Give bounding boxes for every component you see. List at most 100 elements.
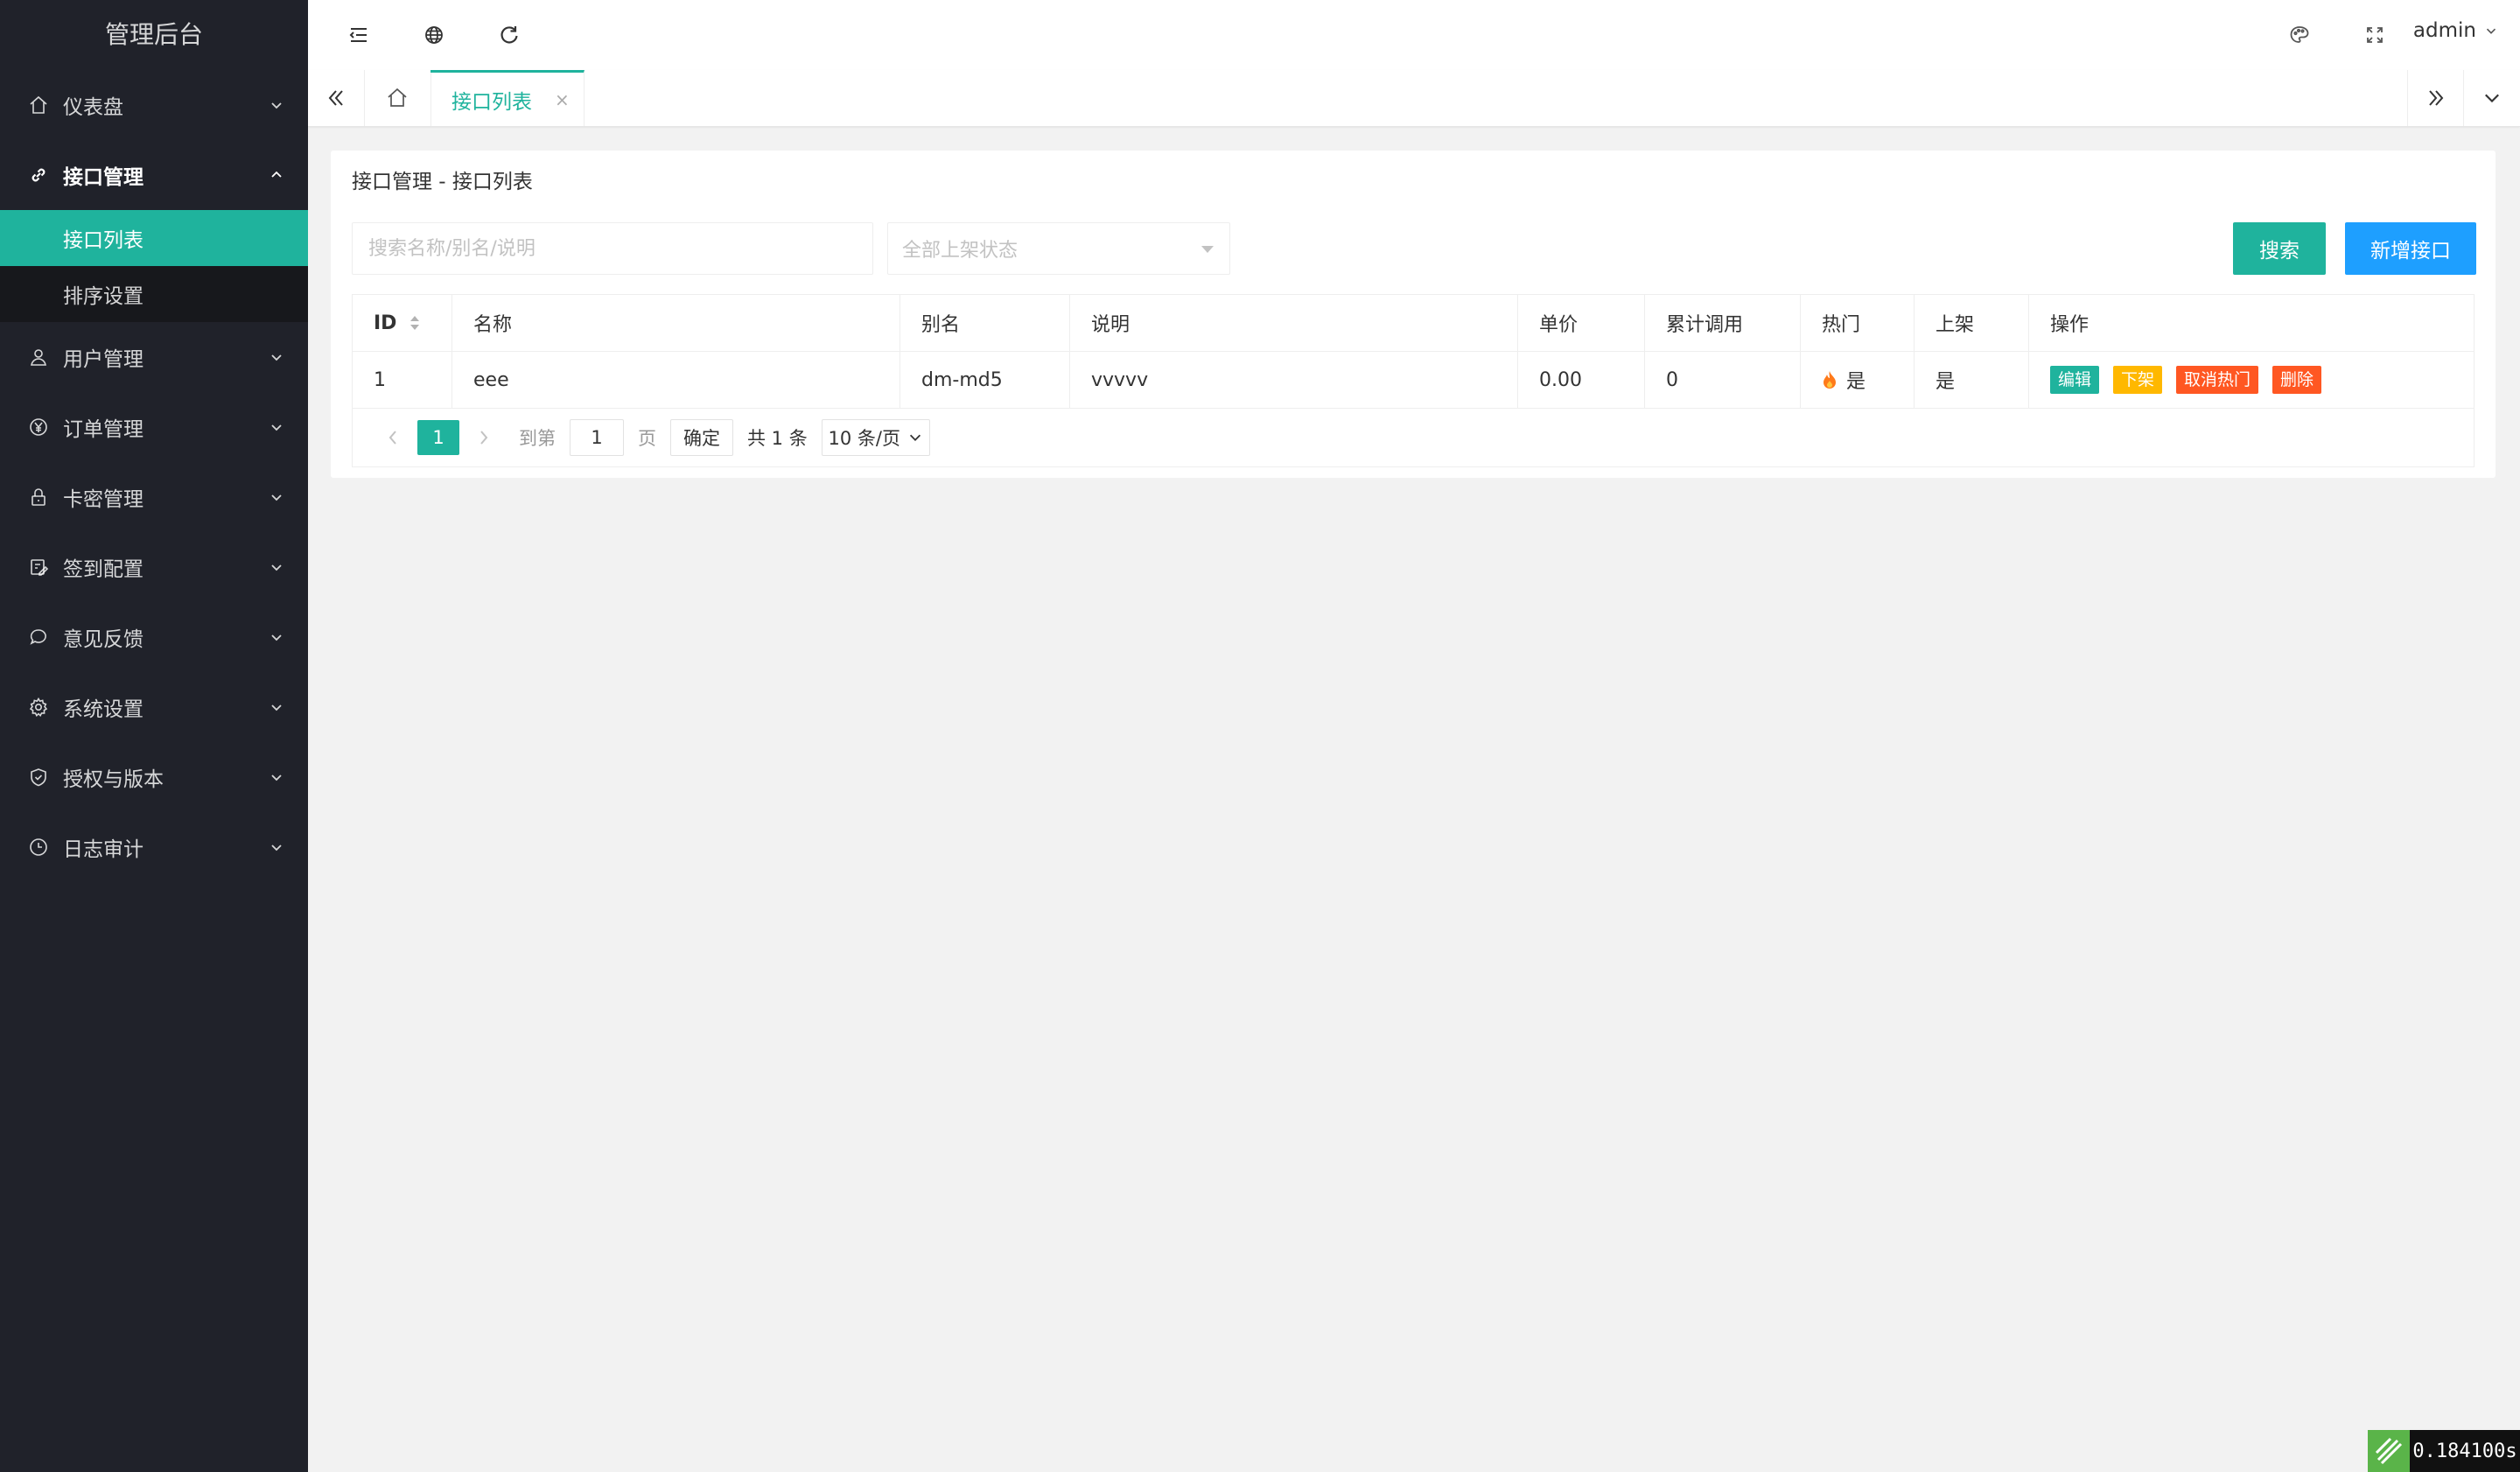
theme-palette-icon[interactable] <box>2287 23 2312 47</box>
sidebar-item-label: 接口管理 <box>63 166 144 189</box>
debug-timer-badge[interactable]: 0.184100s <box>2368 1430 2520 1472</box>
sidebar-item-sort-settings[interactable]: 排序设置 <box>0 266 308 322</box>
chevron-down-icon <box>271 775 282 782</box>
search-input[interactable] <box>352 222 873 275</box>
cell-id: 1 <box>353 352 452 408</box>
goto-prefix: 到第 <box>519 428 556 449</box>
tab-home[interactable] <box>364 70 431 126</box>
pagination: 1 到第 1 页 确定 共 1 条 10 条/页 <box>353 409 2474 466</box>
sidebar-item-label: 日志审计 <box>63 838 144 861</box>
search-button[interactable]: 搜索 <box>2233 222 2326 275</box>
tabs-scroll-right[interactable] <box>2407 70 2464 126</box>
column-header-desc: 说明 <box>1070 295 1518 351</box>
sidebar-item-feedback[interactable]: 意见反馈 <box>0 602 308 672</box>
sidebar-item-checkin[interactable]: 签到配置 <box>0 532 308 602</box>
sidebar-item-label: 意见反馈 <box>63 628 144 651</box>
sort-icon[interactable] <box>409 313 421 333</box>
cell-price: 0.00 <box>1518 352 1645 408</box>
column-header-label: ID <box>374 312 397 334</box>
chevron-left-icon <box>388 431 396 445</box>
user-menu[interactable]: admin <box>2413 19 2499 42</box>
cell-name: eee <box>452 352 900 408</box>
api-table: ID 名称 别名 说明 单价 累计调用 热门 上架 操作 1 eee dm-md… <box>352 294 2474 467</box>
menu-fold-icon[interactable] <box>346 23 371 47</box>
edit-button[interactable]: 编辑 <box>2050 366 2100 394</box>
refresh-icon[interactable] <box>497 23 522 47</box>
cell-hot: 是 <box>1801 352 1914 408</box>
unhot-button[interactable]: 取消热门 <box>2176 366 2259 394</box>
content-card: 接口管理 - 接口列表 全部上架状态 搜索 新增接口 ID 名称 别名 说明 单… <box>331 151 2496 478</box>
chevron-down-icon <box>271 102 282 109</box>
chevron-down-icon <box>2486 28 2496 34</box>
chevron-down-icon <box>271 424 282 431</box>
column-header-calls: 累计调用 <box>1645 295 1801 351</box>
status-select-placeholder: 全部上架状态 <box>902 240 1018 262</box>
lock-icon <box>32 488 46 506</box>
home-icon <box>30 95 47 114</box>
delete-button[interactable]: 删除 <box>2272 366 2322 394</box>
cell-desc: vvvvv <box>1070 352 1518 408</box>
chat-icon <box>30 629 46 645</box>
sidebar-item-api[interactable]: 接口管理 <box>0 140 308 210</box>
shield-icon <box>31 768 46 787</box>
chevron-up-icon <box>271 171 282 178</box>
breadcrumb: 接口管理 - 接口列表 <box>352 171 533 193</box>
clock-icon <box>30 838 47 856</box>
page-size-label: 10 条/页 <box>828 428 900 449</box>
sidebar-item-label: 用户管理 <box>63 348 144 371</box>
username: admin <box>2412 19 2476 42</box>
chevron-down-icon <box>271 494 282 501</box>
chevron-down-icon <box>2485 94 2499 103</box>
sidebar-item-label: 仪表盘 <box>63 96 123 119</box>
table-header-row: ID 名称 别名 说明 单价 累计调用 热门 上架 操作 <box>353 295 2474 352</box>
user-icon <box>31 349 46 366</box>
sidebar-item-license[interactable]: 授权与版本 <box>0 742 308 812</box>
chevron-right-icon <box>480 431 488 445</box>
sidebar-item-system-settings[interactable]: 系统设置 <box>0 672 308 742</box>
tab-api-list[interactable]: 接口列表 × <box>430 70 584 126</box>
app-title: 管理后台 <box>104 20 203 49</box>
page-size-select[interactable]: 10 条/页 <box>821 419 930 456</box>
sidebar-item-audit-log[interactable]: 日志审计 <box>0 812 308 882</box>
goto-confirm-button[interactable]: 确定 <box>670 419 733 456</box>
tab-close-icon[interactable]: × <box>555 89 570 110</box>
goto-page-input[interactable]: 1 <box>570 419 624 456</box>
search-input-field[interactable] <box>367 236 872 261</box>
cell-listed: 是 <box>1914 352 2029 408</box>
page-number-current[interactable]: 1 <box>417 420 459 455</box>
edit-icon <box>31 559 49 576</box>
column-header-id[interactable]: ID <box>353 295 452 351</box>
tabs-menu[interactable] <box>2463 70 2520 126</box>
sidebar-item-label: 授权与版本 <box>63 768 164 791</box>
sidebar-item-api-list[interactable]: 接口列表 <box>0 210 308 266</box>
caret-down-icon <box>1201 246 1214 253</box>
sidebar-item-label: 卡密管理 <box>63 488 144 511</box>
cell-calls: 0 <box>1645 352 1801 408</box>
cell-alias: dm-md5 <box>900 352 1070 408</box>
goto-suffix: 页 <box>638 428 656 449</box>
table-row: 1 eee dm-md5 vvvvv 0.00 0 是 是 编辑 下架 取消热门… <box>353 352 2474 409</box>
prev-page-button[interactable] <box>377 420 409 455</box>
column-header-price: 单价 <box>1518 295 1645 351</box>
chevron-down-icon <box>271 704 282 711</box>
hot-value: 是 <box>1846 371 1866 393</box>
double-chevron-left-icon <box>328 90 343 106</box>
status-select[interactable]: 全部上架状态 <box>887 222 1230 275</box>
sidebar-item-label: 订单管理 <box>63 418 144 441</box>
globe-icon[interactable] <box>422 23 446 47</box>
next-page-button[interactable] <box>468 420 500 455</box>
sidebar-item-users[interactable]: 用户管理 <box>0 322 308 392</box>
column-header-hot: 热门 <box>1801 295 1914 351</box>
offline-button[interactable]: 下架 <box>2113 366 2163 394</box>
sidebar-item-dashboard[interactable]: 仪表盘 <box>0 70 308 140</box>
total-count: 共 1 条 <box>747 428 808 449</box>
column-header-listed: 上架 <box>1914 295 2029 351</box>
add-api-button[interactable]: 新增接口 <box>2345 222 2476 275</box>
sidebar-item-cards[interactable]: 卡密管理 <box>0 462 308 532</box>
tabs-scroll-left[interactable] <box>308 70 365 126</box>
debug-logo-icon <box>2368 1430 2410 1472</box>
fullscreen-icon[interactable] <box>2362 23 2387 47</box>
sidebar-submenu-api: 接口列表 排序设置 <box>0 210 308 322</box>
link-icon <box>32 168 46 182</box>
sidebar-item-orders[interactable]: 订单管理 <box>0 392 308 462</box>
